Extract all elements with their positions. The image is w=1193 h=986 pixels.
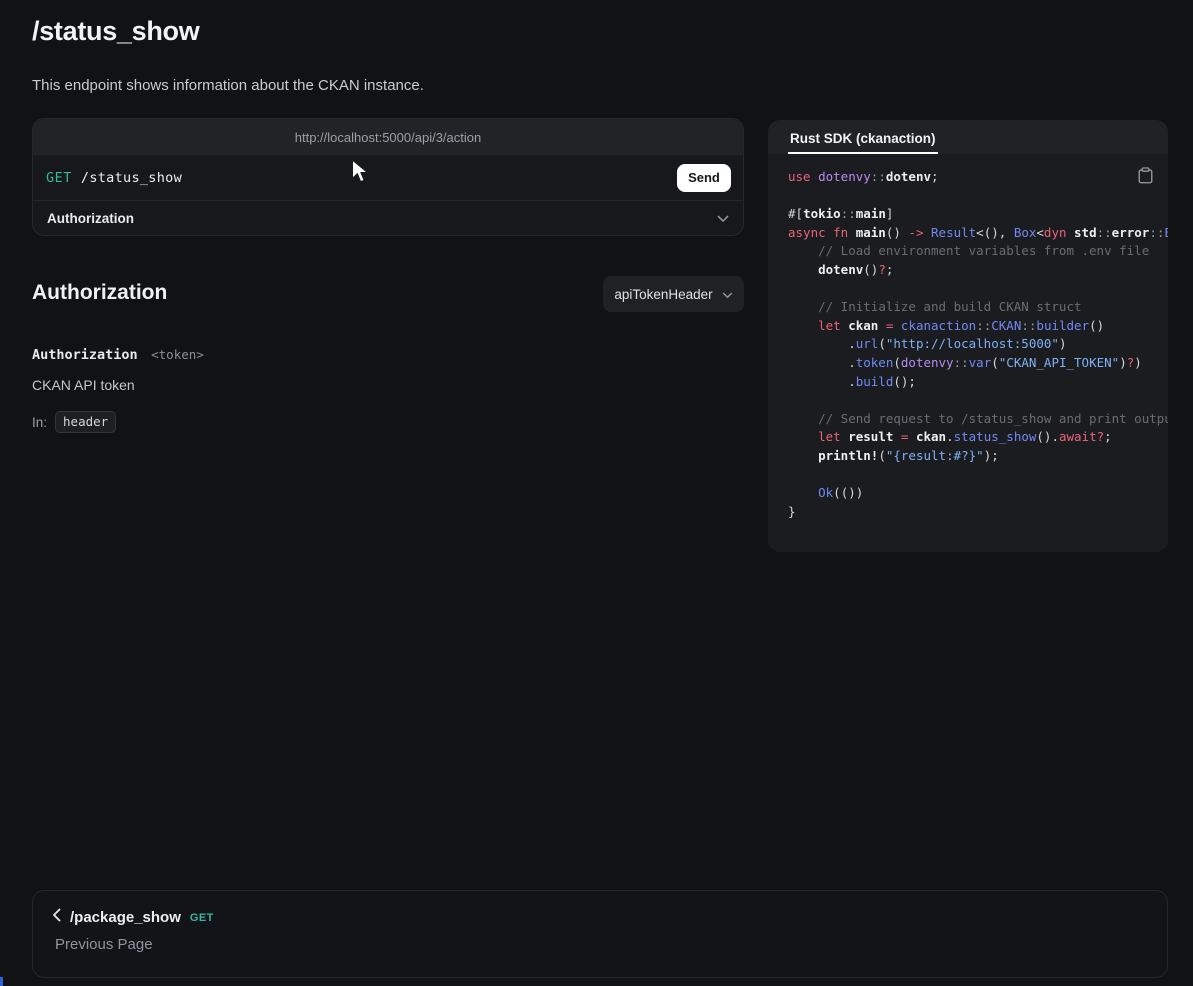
request-url-bar: http://localhost:5000/api/3/action	[33, 119, 743, 155]
code-block: use dotenvy::dotenv;#[tokio::main]async …	[768, 154, 1168, 521]
auth-param-name: Authorization	[32, 347, 138, 363]
code-sample-panel: Rust SDK (ckanaction) use dotenvy::doten…	[768, 120, 1168, 552]
previous-page-link[interactable]: /package_show GET Previous Page	[32, 890, 1168, 978]
page-title: /status_show	[32, 16, 199, 47]
chevron-down-icon	[717, 211, 729, 226]
auth-param-type: <token>	[151, 347, 204, 362]
base-url-text: http://localhost:5000/api/3/action	[295, 130, 481, 145]
auth-scheme-value: apiTokenHeader	[614, 287, 712, 302]
auth-in-label: In:	[32, 415, 47, 430]
page-description: This endpoint shows information about th…	[32, 77, 424, 94]
send-button[interactable]: Send	[677, 164, 731, 192]
prev-top-row: /package_show GET	[52, 908, 1148, 927]
copy-icon[interactable]	[1136, 165, 1155, 189]
chevron-down-icon	[722, 287, 733, 302]
request-example-card: http://localhost:5000/api/3/action GET /…	[32, 118, 744, 236]
auth-param-location: In: header	[32, 411, 116, 433]
chevron-left-icon	[52, 908, 61, 927]
prev-endpoint-title: /package_show	[70, 909, 181, 926]
request-auth-toggle[interactable]: Authorization	[33, 200, 743, 235]
code-body: use dotenvy::dotenv;#[tokio::main]async …	[768, 154, 1168, 552]
auth-param-description: CKAN API token	[32, 377, 135, 393]
auth-in-badge: header	[55, 411, 116, 433]
request-path-label: /status_show	[81, 170, 182, 186]
api-reference-page: /status_show This endpoint shows informa…	[0, 0, 1193, 986]
auth-param-row: Authorization <token>	[32, 346, 204, 364]
code-tabbar: Rust SDK (ckanaction)	[768, 120, 1168, 154]
http-method-label: GET	[46, 170, 72, 186]
text-caret	[0, 977, 3, 986]
tab-rust-sdk[interactable]: Rust SDK (ckanaction)	[788, 122, 938, 154]
auth-scheme-select[interactable]: apiTokenHeader	[603, 276, 744, 312]
authorization-heading: Authorization	[32, 281, 167, 305]
request-method-row: GET /status_show Send	[33, 155, 743, 200]
prev-endpoint-method: GET	[190, 912, 214, 924]
prev-page-label: Previous Page	[55, 936, 1148, 953]
request-auth-label: Authorization	[47, 211, 134, 226]
